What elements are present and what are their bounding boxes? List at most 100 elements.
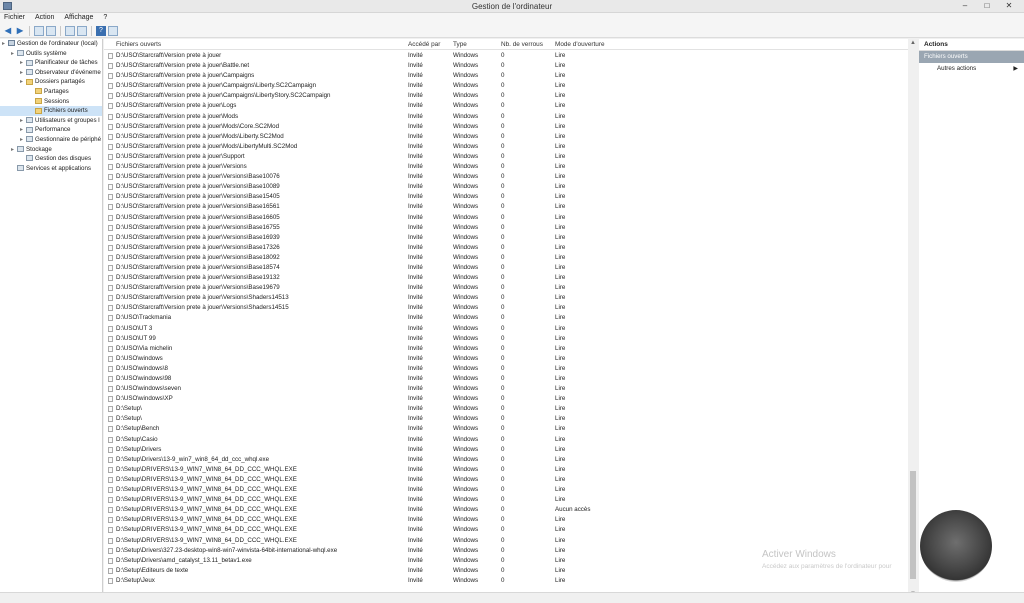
table-row[interactable]: D:\USO\Starcraft\Version prete à jouer\M… <box>104 132 917 142</box>
tree-node[interactable]: ▸ Gestionnaire de périphé <box>0 135 102 145</box>
up-folder-icon[interactable] <box>34 25 44 36</box>
table-row[interactable]: D:\USO\UT 3 Invité Windows 0 Lire <box>104 324 917 334</box>
table-row[interactable]: D:\USO\windows\XP Invité Windows 0 Lire <box>104 394 917 404</box>
table-row[interactable]: D:\USO\Starcraft\Version prete à jouer\V… <box>104 273 917 283</box>
close-button[interactable]: ✕ <box>998 0 1020 13</box>
file-icon <box>108 476 113 483</box>
table-row[interactable]: D:\USO\Starcraft\Version prete à jouer\V… <box>104 293 917 303</box>
table-row[interactable]: D:\USO\Starcraft\Version prete à jouer\V… <box>104 192 917 202</box>
column-header-open-mode[interactable]: Mode d'ouverture <box>555 41 605 48</box>
table-row[interactable]: D:\Setup\ Invité Windows 0 Lire <box>104 404 917 414</box>
table-row[interactable]: D:\USO\windows\seven Invité Windows 0 Lire <box>104 384 917 394</box>
table-row[interactable]: D:\Setup\Bench Invité Windows 0 Lire <box>104 424 917 434</box>
table-row[interactable]: D:\USO\Starcraft\Version prete à jouer\V… <box>104 263 917 273</box>
tree-node[interactable]: ▸ Observateur d'événeme <box>0 68 102 78</box>
tree-node[interactable]: ▸ Gestion de l'ordinateur (local) <box>0 39 102 49</box>
table-row[interactable]: D:\USO\Starcraft\Version prete à jouer\B… <box>104 61 917 71</box>
export-list-icon[interactable] <box>77 25 87 36</box>
table-row[interactable]: D:\Setup\Drivers Invité Windows 0 Lire <box>104 445 917 455</box>
maximize-button[interactable]: □ <box>976 0 998 13</box>
table-row[interactable]: D:\USO\windows Invité Windows 0 Lire <box>104 354 917 364</box>
table-row[interactable]: D:\USO\Starcraft\Version prete à jouer\M… <box>104 112 917 122</box>
menu-action[interactable]: Action <box>31 13 58 22</box>
table-row[interactable]: D:\USO\Starcraft\Version prete à jouer\V… <box>104 233 917 243</box>
table-row[interactable]: D:\USO\windows\8 Invité Windows 0 Lire <box>104 364 917 374</box>
table-row[interactable]: D:\USO\Starcraft\Version prete à jouer\V… <box>104 243 917 253</box>
column-header-type[interactable]: Type <box>453 41 467 48</box>
folder-icon <box>26 78 33 85</box>
table-row[interactable]: D:\USO\Starcraft\Version prete à jouer\V… <box>104 253 917 263</box>
action-pane-icon[interactable] <box>108 25 118 36</box>
tree-node[interactable]: Gestion des disques <box>0 154 102 164</box>
tree-node[interactable]: ▸ Utilisateurs et groupes l <box>0 116 102 126</box>
table-row[interactable]: D:\Setup\Drivers\13-9_win7_win8_64_dd_cc… <box>104 455 917 465</box>
scroll-up-icon[interactable]: ▲ <box>909 40 917 48</box>
column-header-open-files[interactable]: Fichiers ouverts <box>116 41 161 48</box>
table-row[interactable]: D:\USO\Starcraft\Version prete à jouer\V… <box>104 182 917 192</box>
table-row[interactable]: D:\Setup\DRIVERS\13-9_WIN7_WIN8_64_DD_CC… <box>104 525 917 535</box>
table-row[interactable]: D:\Setup\Casio Invité Windows 0 Lire <box>104 435 917 445</box>
tree-node[interactable]: Fichiers ouverts <box>0 106 102 116</box>
table-row[interactable]: D:\Setup\DRIVERS\13-9_WIN7_WIN8_64_DD_CC… <box>104 495 917 505</box>
table-row[interactable]: D:\USO\Starcraft\Version prete à jouer\L… <box>104 101 917 111</box>
vertical-scrollbar[interactable]: ▲ ▼ <box>908 39 918 603</box>
minimize-button[interactable]: – <box>954 0 976 13</box>
table-row[interactable]: D:\Setup\DRIVERS\13-9_WIN7_WIN8_64_DD_CC… <box>104 536 917 546</box>
table-row[interactable]: D:\Setup\DRIVERS\13-9_WIN7_WIN8_64_DD_CC… <box>104 505 917 515</box>
tree-node[interactable]: Sessions <box>0 97 102 107</box>
table-row[interactable]: D:\USO\Starcraft\Version prete à jouer\M… <box>104 122 917 132</box>
navigation-tree: ▸ Gestion de l'ordinateur (local) ▸ Outils … <box>0 39 103 603</box>
table-row[interactable]: D:\USO\Starcraft\Version prete à jouer\M… <box>104 142 917 152</box>
table-row[interactable]: D:\USO\Starcraft\Version prete à jouer In… <box>104 51 917 61</box>
table-row[interactable]: D:\USO\Starcraft\Version prete à jouer\C… <box>104 71 917 81</box>
menu-view[interactable]: Affichage <box>60 13 97 22</box>
cell-path: D:\Setup\DRIVERS\13-9_WIN7_WIN8_64_DD_CC… <box>116 486 297 494</box>
table-row[interactable]: D:\Setup\DRIVERS\13-9_WIN7_WIN8_64_DD_CC… <box>104 465 917 475</box>
table-row[interactable]: D:\USO\Starcraft\Version prete à jouer\C… <box>104 81 917 91</box>
table-row[interactable]: D:\USO\Starcraft\Version prete à jouer\V… <box>104 172 917 182</box>
table-row[interactable]: D:\USO\UT 99 Invité Windows 0 Lire <box>104 334 917 344</box>
table-row[interactable]: D:\USO\Starcraft\Version prete à jouer\S… <box>104 152 917 162</box>
table-row[interactable]: D:\USO\Starcraft\Version prete à jouer\V… <box>104 162 917 172</box>
tree-node[interactable]: Partages <box>0 87 102 97</box>
more-actions-item[interactable]: Autres actions ▶ <box>919 63 1024 75</box>
tree-node[interactable]: ▸ Stockage <box>0 145 102 155</box>
table-row[interactable]: D:\Setup\Jeux Invité Windows 0 Lire <box>104 576 917 586</box>
menu-file[interactable]: Fichier <box>0 13 29 22</box>
table-row[interactable]: D:\USO\Via michelin Invité Windows 0 Lire <box>104 344 917 354</box>
table-row[interactable]: D:\Setup\DRIVERS\13-9_WIN7_WIN8_64_DD_CC… <box>104 515 917 525</box>
help-icon[interactable]: ? <box>96 25 106 36</box>
scrollbar-thumb[interactable] <box>910 471 916 579</box>
file-icon <box>108 305 113 312</box>
table-row[interactable]: D:\Setup\DRIVERS\13-9_WIN7_WIN8_64_DD_CC… <box>104 485 917 495</box>
forward-arrow-icon[interactable]: ▶ <box>15 26 25 36</box>
actions-section-open-files[interactable]: Fichiers ouverts <box>919 51 1024 63</box>
table-row[interactable]: D:\USO\Starcraft\Version prete à jouer\V… <box>104 223 917 233</box>
tree-node[interactable]: ▸ Dossiers partagés <box>0 77 102 87</box>
cell-open-mode: Lire <box>555 455 566 463</box>
file-icon <box>108 527 113 534</box>
cell-path: D:\USO\windows <box>116 354 163 362</box>
tree-node[interactable]: ▸ Outils système <box>0 49 102 59</box>
table-row[interactable]: D:\USO\Starcraft\Version prete à jouer\V… <box>104 283 917 293</box>
tree-node[interactable]: ▸ Performance <box>0 125 102 135</box>
cell-accessed-by: Invité <box>408 556 423 564</box>
menu-help[interactable]: ? <box>99 13 111 22</box>
table-row[interactable]: D:\USO\windows\98 Invité Windows 0 Lire <box>104 374 917 384</box>
table-row[interactable]: D:\Setup\ Invité Windows 0 Lire <box>104 414 917 424</box>
table-row[interactable]: D:\USO\Starcraft\Version prete à jouer\V… <box>104 303 917 313</box>
column-header-locks[interactable]: Nb. de verrous <box>501 41 543 48</box>
cell-path: D:\USO\Starcraft\Version prete à jouer\V… <box>116 173 280 181</box>
table-row[interactable]: D:\Setup\DRIVERS\13-9_WIN7_WIN8_64_DD_CC… <box>104 475 917 485</box>
tree-node[interactable]: ▸ Planificateur de tâches <box>0 58 102 68</box>
column-header-accessed-by[interactable]: Accédé par <box>408 41 440 48</box>
table-row[interactable]: D:\USO\Starcraft\Version prete à jouer\V… <box>104 202 917 212</box>
table-row[interactable]: D:\USO\Trackmania Invité Windows 0 Lire <box>104 313 917 323</box>
cell-open-mode: Lire <box>555 385 566 393</box>
table-row[interactable]: D:\USO\Starcraft\Version prete à jouer\C… <box>104 91 917 101</box>
tree-node[interactable]: Services et applications <box>0 164 102 174</box>
show-tree-icon[interactable] <box>46 25 56 36</box>
refresh-icon[interactable] <box>65 25 75 36</box>
table-row[interactable]: D:\USO\Starcraft\Version prete à jouer\V… <box>104 213 917 223</box>
back-arrow-icon[interactable]: ◀ <box>3 26 13 36</box>
